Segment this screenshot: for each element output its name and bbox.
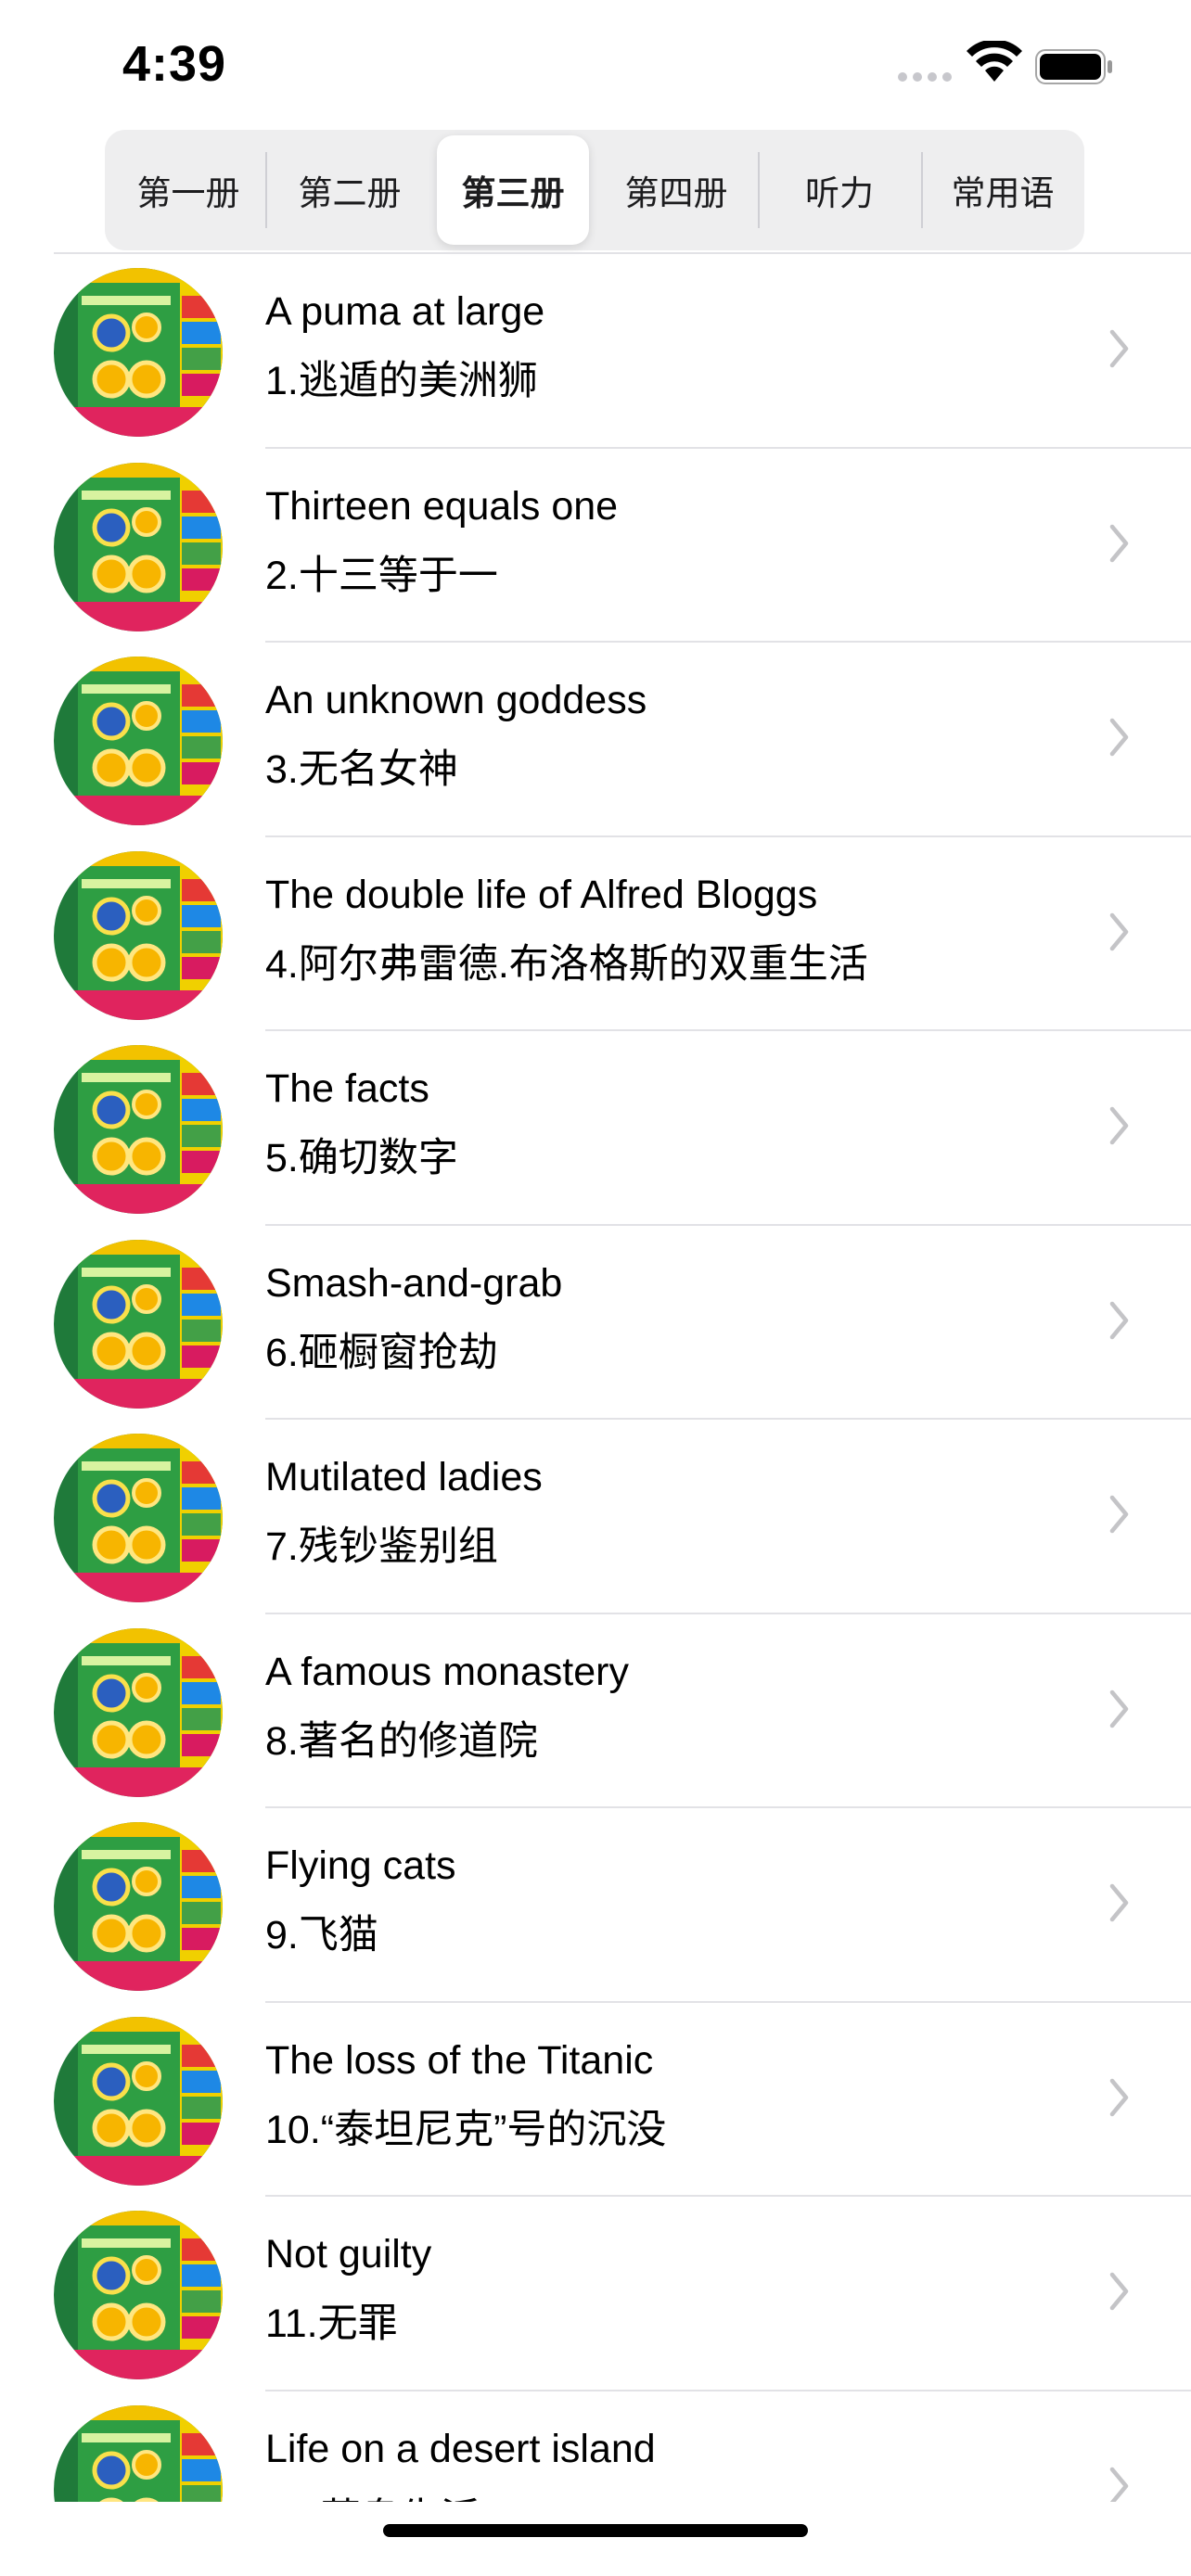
book-cover-thumbnail — [54, 1822, 223, 1991]
segment-book-2[interactable]: 第二册 — [274, 135, 426, 245]
battery-icon — [1035, 49, 1112, 84]
segment-phrases[interactable]: 常用语 — [927, 135, 1079, 245]
book-cover-thumbnail — [54, 850, 223, 1020]
lesson-row[interactable]: The loss of the Titanic 10.“泰坦尼克”号的沉没 — [0, 2003, 1191, 2197]
lesson-subtitle: 3.无名女神 — [265, 747, 458, 792]
chevron-right-icon — [1109, 912, 1129, 950]
lesson-title: A puma at large — [265, 289, 545, 334]
segment-divider — [921, 152, 923, 228]
segment-divider — [265, 152, 267, 228]
chevron-right-icon — [1109, 718, 1129, 757]
lesson-subtitle: 7.残钞鉴别组 — [265, 1524, 498, 1569]
chevron-right-icon — [1109, 1883, 1129, 1922]
lesson-title: The facts — [265, 1066, 429, 1111]
lesson-subtitle: 2.十三等于一 — [265, 553, 498, 598]
book-cover-thumbnail — [54, 2404, 223, 2502]
lesson-title: An unknown goddess — [265, 678, 647, 722]
lesson-subtitle: 9.飞猫 — [265, 1913, 378, 1958]
book-cover-thumbnail — [54, 2016, 223, 2186]
segment-book-3[interactable]: 第三册 — [437, 135, 589, 245]
chevron-right-icon — [1109, 524, 1129, 562]
lesson-title: The loss of the Titanic — [265, 2037, 654, 2083]
segment-book-1[interactable]: 第一册 — [112, 135, 264, 245]
lesson-row[interactable]: Smash-and-grab 6.砸橱窗抢劫 — [0, 1226, 1191, 1420]
volume-segmented-control: 第一册 第二册 第三册 第四册 听力 常用语 — [105, 130, 1084, 250]
lesson-title: Life on a desert island — [265, 2426, 656, 2471]
lesson-title: Thirteen equals one — [265, 483, 619, 529]
lesson-subtitle: 4.阿尔弗雷德.布洛格斯的双重生活 — [265, 941, 868, 987]
chevron-right-icon — [1109, 1301, 1129, 1339]
lesson-row[interactable]: An unknown goddess 3.无名女神 — [0, 643, 1191, 837]
lesson-row[interactable]: The double life of Alfred Bloggs 4.阿尔弗雷德… — [0, 837, 1191, 1031]
chevron-right-icon — [1109, 1106, 1129, 1145]
book-cover-thumbnail — [54, 462, 223, 631]
lesson-row[interactable]: Thirteen equals one 2.十三等于一 — [0, 449, 1191, 643]
lesson-title: Flying cats — [265, 1843, 456, 1888]
book-cover-thumbnail — [54, 1627, 223, 1797]
lesson-subtitle: 12.荒岛生活 — [265, 2486, 480, 2503]
lesson-title: Mutilated ladies — [265, 1455, 543, 1499]
segment-listening[interactable]: 听力 — [763, 135, 916, 245]
lesson-subtitle: 6.砸橱窗抢劫 — [265, 1330, 498, 1375]
chevron-right-icon — [1109, 329, 1129, 368]
lesson-list[interactable]: A puma at large 1.逃遁的美洲狮 Thirteen equals… — [0, 254, 1191, 2502]
lesson-subtitle: 8.著名的修道院 — [265, 1718, 538, 1764]
wifi-icon — [967, 41, 1022, 82]
book-cover-thumbnail — [54, 268, 223, 437]
lesson-subtitle: 11.无罪 — [265, 2302, 398, 2346]
lesson-row[interactable]: Life on a desert island 12.荒岛生活 — [0, 2391, 1191, 2503]
chevron-right-icon — [1109, 2078, 1129, 2116]
lesson-row[interactable]: A famous monastery 8.著名的修道院 — [0, 1614, 1191, 1808]
chevron-right-icon — [1109, 1495, 1129, 1534]
lesson-row[interactable]: Flying cats 9.飞猫 — [0, 1808, 1191, 2003]
lesson-subtitle: 5.确切数字 — [265, 1136, 458, 1180]
lesson-row[interactable]: A puma at large 1.逃遁的美洲狮 — [0, 254, 1191, 449]
cellular-signal-icon — [898, 72, 952, 82]
segment-book-4[interactable]: 第四册 — [600, 135, 752, 245]
lesson-title: A famous monastery — [265, 1649, 629, 1694]
book-cover-thumbnail — [54, 1239, 223, 1409]
lesson-row[interactable]: The facts 5.确切数字 — [0, 1031, 1191, 1226]
lesson-subtitle: 1.逃遁的美洲狮 — [265, 359, 538, 403]
book-cover-thumbnail — [54, 1434, 223, 1602]
book-cover-thumbnail — [54, 1045, 223, 1214]
chevron-right-icon — [1109, 2467, 1129, 2502]
chevron-right-icon — [1109, 2272, 1129, 2311]
segment-divider — [758, 152, 760, 228]
lesson-title: Not guilty — [265, 2232, 432, 2276]
lesson-row[interactable]: Mutilated ladies 7.残钞鉴别组 — [0, 1420, 1191, 1614]
home-indicator[interactable] — [383, 2524, 808, 2537]
book-cover-thumbnail — [54, 2211, 223, 2379]
lesson-row[interactable]: Not guilty 11.无罪 — [0, 2197, 1191, 2391]
lesson-title: Smash-and-grab — [265, 1260, 563, 1306]
status-time: 4:39 — [122, 36, 227, 92]
status-bar: 4:39 — [0, 0, 1191, 130]
lesson-title: The double life of Alfred Bloggs — [265, 872, 818, 917]
lesson-subtitle: 10.“泰坦尼克”号的沉没 — [265, 2107, 667, 2152]
chevron-right-icon — [1109, 1690, 1129, 1728]
book-cover-thumbnail — [54, 657, 223, 825]
